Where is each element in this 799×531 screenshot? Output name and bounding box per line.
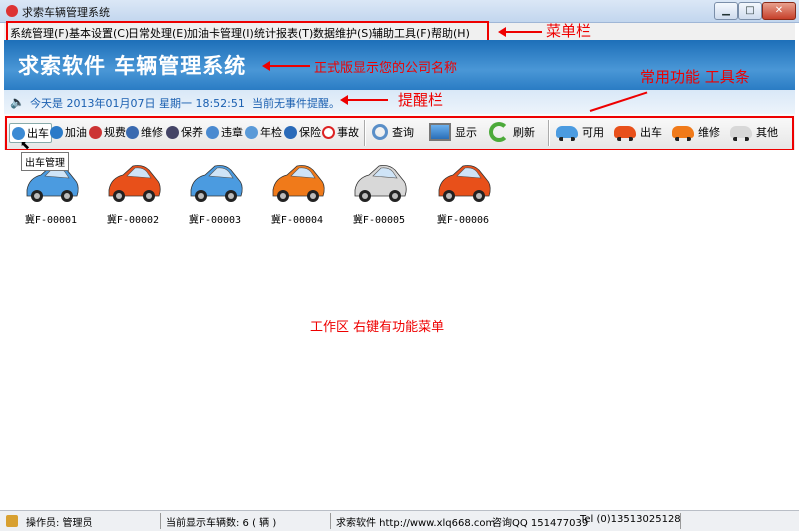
event-reminder: 当前无事件提醒。 bbox=[252, 97, 340, 110]
car-icon bbox=[108, 165, 161, 202]
current-date: 今天是 2013年01月07日 星期一 18:52:51 bbox=[30, 97, 245, 110]
vehicle-item[interactable]: 冀F-00004 bbox=[262, 158, 332, 226]
brand-status: 求索软件 http://www.xlq668.com bbox=[336, 518, 496, 529]
minimize-button[interactable]: ▁ bbox=[714, 2, 738, 20]
vehicle-item[interactable]: 冀F-00002 bbox=[98, 158, 168, 226]
user-icon bbox=[6, 515, 18, 527]
vehicle-plate: 冀F-00003 bbox=[188, 215, 242, 226]
car-icon bbox=[438, 165, 491, 202]
car-icon bbox=[354, 165, 407, 202]
qq-status: 咨询QQ 151477039 bbox=[492, 518, 589, 529]
workarea-annotation: 工作区 右键有功能菜单 bbox=[310, 320, 445, 335]
statusbar: 操作员: 管理员 当前显示车辆数: 6 ( 辆 ) 求索软件 http://ww… bbox=[0, 510, 799, 531]
close-button[interactable]: ✕ bbox=[762, 2, 796, 20]
vehicle-plate: 冀F-00004 bbox=[270, 215, 324, 226]
vehicle-plate: 冀F-00006 bbox=[436, 215, 490, 226]
car-icon bbox=[272, 165, 325, 202]
window-titlebar[interactable]: 求索车辆管理系统 ▁ □ ✕ bbox=[0, 0, 799, 23]
toolbar-annotation: 常用功能 工具条 bbox=[640, 68, 750, 86]
company-annotation: 正式版显示您的公司名称 bbox=[314, 61, 458, 76]
car-icon bbox=[190, 165, 243, 202]
menubar-annotation: 菜单栏 bbox=[546, 22, 592, 40]
vehicle-plate: 冀F-00005 bbox=[352, 215, 406, 226]
menubar-arrow bbox=[498, 27, 542, 37]
status-divider bbox=[160, 513, 161, 529]
status-divider bbox=[330, 513, 331, 529]
toolbar-highlight-box bbox=[5, 116, 794, 151]
vehicle-plate: 冀F-00001 bbox=[24, 215, 78, 226]
app-icon bbox=[6, 5, 18, 17]
operator-status: 操作员: 管理员 bbox=[26, 518, 93, 529]
vehicle-item[interactable]: 冀F-00006 bbox=[428, 158, 498, 226]
company-arrow bbox=[262, 61, 310, 71]
vehicle-plate: 冀F-00002 bbox=[106, 215, 160, 226]
vehicle-item[interactable]: 冀F-00003 bbox=[180, 158, 250, 226]
banner-title: 求索软件 车辆管理系统 bbox=[18, 53, 247, 78]
vehicle-count: 当前显示车辆数: 6 ( 辆 ) bbox=[166, 518, 277, 529]
mouse-cursor-icon: ⬉ bbox=[20, 138, 31, 152]
window-title: 求索车辆管理系统 bbox=[22, 6, 110, 19]
reminder-annotation: 提醒栏 bbox=[398, 91, 444, 109]
maximize-button[interactable]: □ bbox=[738, 2, 762, 20]
tel-status: Tel (0)13513025128 bbox=[580, 514, 681, 525]
vehicle-item[interactable]: 冀F-00005 bbox=[344, 158, 414, 226]
status-divider bbox=[680, 513, 681, 529]
tooltip: 出车管理 bbox=[21, 152, 69, 171]
speaker-icon: 🔈 bbox=[10, 95, 25, 109]
reminder-arrow bbox=[340, 95, 388, 105]
